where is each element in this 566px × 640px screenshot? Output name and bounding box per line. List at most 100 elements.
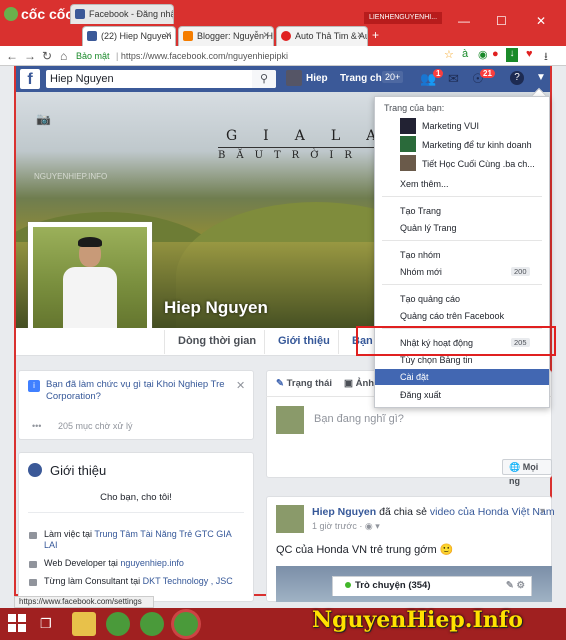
cover-watermark: NGUYENHIEP.INFO — [34, 172, 108, 181]
job-prompt-text[interactable]: Bạn đã làm chức vụ gì tại Khoi Nghiep Tr… — [46, 379, 226, 403]
manage-pages-item[interactable]: Quản lý Trang — [400, 223, 457, 233]
task-view-icon[interactable]: ❐ — [40, 616, 52, 632]
minimize-icon[interactable]: — — [458, 14, 470, 28]
settings-item[interactable]: Cài đặt — [400, 372, 429, 382]
dropdown-page-1[interactable]: Marketing VUI — [422, 121, 479, 131]
audience-button[interactable]: 🌐 Mọi ng — [502, 459, 552, 486]
tab-blogger[interactable]: Blogger: Nguyễn Hi... ✕ — [178, 26, 274, 46]
chat-bar[interactable]: Trò chuyện (354) ✎ ⚙ — [332, 576, 532, 596]
home-count-badge: 20+ — [382, 71, 404, 83]
help-icon[interactable]: ? — [510, 71, 524, 85]
briefcase-icon — [29, 532, 37, 539]
coccoc-taskbar-icon-active[interactable] — [174, 612, 198, 636]
translate-icon[interactable]: à — [462, 48, 468, 60]
tab-auto[interactable]: Auto Thả Tim & Auto... ✕ — [276, 26, 368, 46]
post-author[interactable]: Hiep Nguyen — [312, 506, 376, 518]
extension-icon-2[interactable]: ● — [492, 48, 499, 60]
tab-about[interactable]: Giới thiệu — [278, 335, 330, 347]
secure-label: Bảo mật — [76, 51, 110, 61]
close-tab-icon[interactable]: ✕ — [356, 30, 364, 41]
home-icon[interactable]: ⌂ — [60, 49, 67, 63]
browser-logo[interactable]: cốc cốc — [4, 6, 73, 22]
post-shared-link[interactable]: video của Honda Việt Nam — [430, 506, 555, 518]
heart-icon — [281, 31, 291, 41]
more-icon: ••• — [32, 421, 42, 431]
divider — [28, 512, 244, 513]
news-feed-preferences-item[interactable]: Tùy chọn Bảng tin — [400, 355, 473, 365]
messenger-icon[interactable]: ✉ — [448, 71, 459, 87]
facebook-logo-icon[interactable]: f — [20, 69, 40, 89]
site-watermark: NguyenHiep.Info — [312, 607, 523, 633]
briefcase-icon — [29, 579, 37, 586]
coccoc-taskbar-icon-2[interactable] — [140, 612, 164, 636]
coccoc-taskbar-icon[interactable] — [106, 612, 130, 636]
chevron-down-icon[interactable]: ▼ — [536, 72, 546, 83]
new-tab-button[interactable]: + — [372, 28, 379, 42]
download-arrow-icon[interactable]: ⭳ — [544, 48, 548, 67]
globe-icon: ◉ ▾ — [364, 521, 380, 531]
create-group-item[interactable]: Tạo nhóm — [400, 250, 441, 260]
page-thumbnail — [400, 118, 416, 134]
see-more-pages[interactable]: Xem thêm... — [400, 179, 449, 189]
windows-start-icon[interactable] — [8, 614, 26, 632]
nav-divider — [338, 330, 339, 354]
url-field[interactable]: Bảo mật | https://www.facebook.com/nguye… — [76, 48, 436, 64]
create-ad-item[interactable]: Tạo quảng cáo — [400, 294, 460, 304]
pending-items-link[interactable]: 205 mục chờ xử lý — [58, 421, 132, 431]
forward-icon[interactable]: → — [24, 49, 36, 63]
profile-link[interactable]: Hiep — [306, 73, 328, 84]
logout-item[interactable]: Đăng xuất — [400, 390, 441, 400]
back-icon[interactable]: ← — [6, 49, 18, 63]
file-explorer-icon[interactable] — [72, 612, 96, 636]
dropdown-page-2[interactable]: Marketing để tư kinh doanh — [422, 140, 532, 150]
tab-profile[interactable]: (22) Hiep Nguyen ✕ — [82, 26, 176, 46]
avatar[interactable] — [286, 70, 302, 86]
star-icon[interactable]: ☆ — [444, 48, 454, 61]
reload-icon[interactable]: ↻ — [42, 49, 52, 63]
dropdown-divider — [382, 196, 542, 197]
search-icon[interactable]: ⚲ — [252, 70, 276, 88]
new-groups-count: 200 — [511, 267, 530, 276]
post-timestamp[interactable]: 1 giờ trước · ◉ ▾ — [312, 521, 380, 532]
search-input[interactable]: Hiep Nguyen — [46, 70, 276, 88]
download-icon[interactable]: ↓ — [506, 48, 518, 62]
intro-bio: Cho bạn, cho tôi! — [100, 492, 172, 503]
intro-work-row: Từng làm Consultant tại DKT Technology ,… — [44, 576, 233, 586]
avatar[interactable] — [276, 505, 304, 533]
new-groups-item[interactable]: Nhóm mới — [400, 267, 442, 277]
chat-settings-icon[interactable]: ✎ ⚙ — [506, 577, 525, 595]
close-icon[interactable]: ✕ — [236, 379, 245, 392]
globe-icon: 🌐 — [509, 462, 521, 472]
close-tab-icon[interactable]: ✕ — [262, 30, 270, 41]
profile-name[interactable]: Hiep Nguyen — [164, 298, 268, 318]
extension-icon[interactable]: ◉ — [478, 48, 488, 61]
page-thumbnail — [400, 136, 416, 152]
browser-user-badge[interactable]: LIENHENGUYENHI... — [364, 12, 442, 24]
heart-extension-icon[interactable]: ♥ — [526, 48, 533, 60]
workplace-link[interactable]: DKT Technology , JSC — [143, 576, 233, 586]
close-tab-icon[interactable]: ✕ — [164, 30, 172, 41]
blogger-icon — [183, 31, 193, 41]
facebook-icon — [75, 9, 85, 19]
dropdown-page-3[interactable]: Tiết Học Cuối Cùng .ba ch... — [422, 159, 535, 169]
url-text: https://www.facebook.com/nguyenhiepipki — [120, 51, 288, 61]
home-link[interactable]: Trang chủ — [340, 73, 388, 84]
workplace-link[interactable]: nguyenhiep.info — [120, 558, 184, 568]
tab-facebook-login[interactable]: Facebook - Đăng nhập ho... — [70, 4, 174, 24]
maximize-icon[interactable]: ☐ — [496, 14, 507, 28]
briefcase-icon — [29, 561, 37, 568]
tab-photo[interactable]: ▣ Ảnh — [344, 378, 374, 389]
tab-status[interactable]: ✎ Trạng thái — [276, 378, 332, 389]
close-window-icon[interactable]: ✕ — [536, 14, 546, 28]
facebook-ads-item[interactable]: Quảng cáo trên Facebook — [400, 311, 504, 321]
tab-timeline[interactable]: Dòng thời gian — [178, 335, 256, 347]
nav-divider — [264, 330, 265, 354]
pages-header: Trang của bạn: — [384, 103, 445, 113]
chevron-down-icon[interactable]: ▾ — [540, 506, 545, 517]
camera-icon[interactable]: 📷 — [36, 112, 51, 126]
photo-icon: ▣ — [344, 378, 353, 389]
status-input[interactable]: Bạn đang nghĩ gì? — [314, 413, 404, 425]
cover-divider — [218, 147, 378, 148]
create-page-item[interactable]: Tạo Trang — [400, 206, 441, 216]
info-icon: i — [28, 380, 40, 392]
